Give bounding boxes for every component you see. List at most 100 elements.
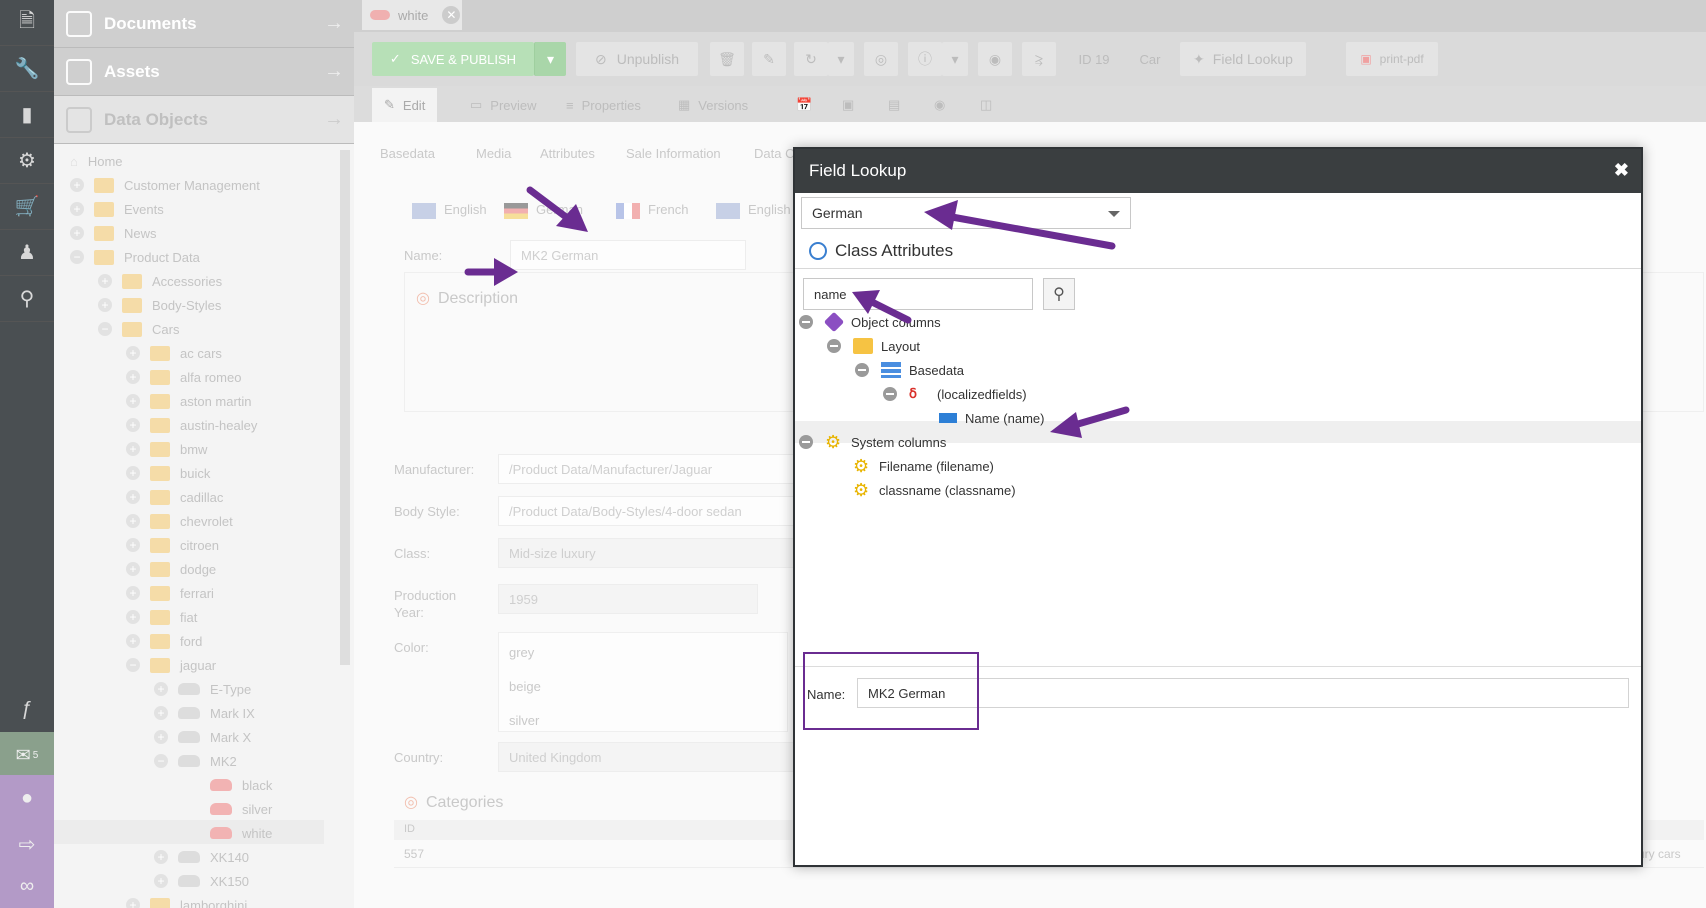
tree-node[interactable]: + buick (126, 461, 210, 485)
tree-node[interactable]: + ac cars (126, 341, 222, 365)
accordion-data-objects[interactable]: Data Objects → (54, 96, 354, 144)
tree-node[interactable]: + dodge (126, 557, 216, 581)
tree-node[interactable]: + Mark X (154, 725, 251, 749)
name-field[interactable]: MK2 German (510, 240, 746, 270)
manufacturer-field[interactable]: /Product Data/Manufacturer/Jaguar (498, 454, 798, 484)
tree-node[interactable]: + citroen (126, 533, 219, 557)
accordion-documents[interactable]: Documents → (54, 0, 354, 48)
tree-node-basedata[interactable]: Basedata (855, 359, 964, 381)
tree-node[interactable]: + aston martin (126, 389, 252, 413)
reload-button[interactable]: ↻ (794, 42, 828, 76)
symfony-icon[interactable]: ƒ (0, 686, 54, 732)
tree-node[interactable]: − Product Data (70, 245, 200, 269)
wrench-icon[interactable]: 🔧 (0, 46, 54, 92)
color-option[interactable]: silver (509, 713, 539, 728)
tree-node[interactable]: silver (210, 797, 272, 821)
color-option[interactable]: grey (509, 645, 534, 660)
tab-basedata[interactable]: Basedata (380, 146, 435, 161)
color-multiselect[interactable]: grey beige silver (498, 632, 788, 732)
color-option[interactable]: beige (509, 679, 541, 694)
tree-node-system-columns[interactable]: ⚙ System columns (799, 431, 946, 453)
tree-node[interactable]: + Customer Management (70, 173, 260, 197)
production-year-field[interactable]: 1959 (498, 584, 758, 614)
tree-node[interactable]: + XK140 (154, 845, 249, 869)
tree-node-home[interactable]: ⌂ Home (70, 149, 123, 173)
tree-node[interactable]: + ford (126, 629, 202, 653)
body-style-field[interactable]: /Product Data/Body-Styles/4-door sedan (498, 496, 798, 526)
country-select[interactable]: United Kingdom (498, 742, 798, 772)
tree-node-name[interactable]: Name (name) (939, 407, 1044, 429)
delete-button[interactable]: 🗑 (710, 42, 744, 76)
tree-scrollbar[interactable] (340, 150, 350, 665)
rename-button[interactable]: ✎ (752, 42, 786, 76)
tree-node[interactable]: black (210, 773, 272, 797)
tab-schedule[interactable]: 📅 (784, 88, 824, 122)
tree-node[interactable]: + ferrari (126, 581, 214, 605)
gear-icon[interactable]: ⚙ (0, 138, 54, 184)
close-icon[interactable]: ✖ (1614, 160, 1629, 181)
tab-workflow[interactable]: ◫ (968, 88, 1004, 122)
lang-tab-german[interactable]: German (504, 202, 583, 219)
tree-node[interactable]: + XK150 (154, 869, 249, 893)
tree-node[interactable]: + fiat (126, 605, 197, 629)
share-button[interactable]: ⥸ (1022, 42, 1056, 76)
tab-versions[interactable]: ▦ Versions (666, 88, 760, 122)
avatar-icon[interactable]: ● (0, 775, 54, 821)
tab-white[interactable]: white ✕ (362, 0, 462, 30)
language-select[interactable]: German (801, 197, 1131, 229)
tree-node[interactable]: − MK2 (154, 749, 237, 773)
lang-tab-english-2[interactable]: English (716, 202, 791, 219)
info-button[interactable]: ⓘ (908, 42, 942, 76)
search-input[interactable]: name (803, 278, 1033, 310)
tab-sale-information[interactable]: Sale Information (626, 146, 721, 161)
tree-node[interactable]: + News (70, 221, 157, 245)
tree-node[interactable]: + cadillac (126, 485, 223, 509)
document-icon[interactable]: 🗎 (0, 0, 54, 46)
tab-data[interactable]: Data C (754, 146, 794, 161)
lang-tab-french[interactable]: French (616, 202, 688, 219)
tree-node[interactable]: + Mark IX (154, 701, 255, 725)
lang-tab-english[interactable]: English (412, 202, 487, 219)
tree-node[interactable]: − Cars (98, 317, 179, 341)
chart-icon[interactable]: ▮ (0, 92, 54, 138)
save-publish-button[interactable]: ✓ SAVE & PUBLISH (372, 42, 534, 76)
tree-node[interactable]: + lamborghini (126, 893, 247, 908)
info-options-dropdown[interactable]: ▾ (942, 42, 968, 76)
tree-node[interactable]: + Accessories (98, 269, 222, 293)
users-icon[interactable]: ♟ (0, 230, 54, 276)
close-tab-icon[interactable]: ✕ (442, 6, 461, 24)
unpublish-button[interactable]: ⊘ Unpublish (576, 42, 698, 76)
logout-icon[interactable]: ⇨ (0, 821, 54, 867)
tree-node[interactable]: + austin-healey (126, 413, 257, 437)
tab-notes[interactable]: ▤ (876, 88, 912, 122)
tree-node[interactable]: + bmw (126, 437, 207, 461)
cart-icon[interactable]: 🛒 (0, 184, 54, 230)
tab-tags[interactable]: ◉ (922, 88, 957, 122)
accordion-assets[interactable]: Assets → (54, 48, 354, 96)
tab-media[interactable]: Media (476, 146, 511, 161)
tree-node-filename[interactable]: ⚙ Filename (filename) (853, 455, 994, 477)
tree-node[interactable]: + Body-Styles (98, 293, 221, 317)
tree-node-object-columns[interactable]: Object columns (799, 311, 941, 333)
search-button[interactable]: ⚲ (1043, 278, 1075, 310)
tab-preview[interactable]: ▭ Preview (458, 88, 549, 122)
tree-node[interactable]: + alfa romeo (126, 365, 241, 389)
tree-node[interactable]: + Events (70, 197, 164, 221)
tab-dependencies[interactable]: ▣ (830, 88, 866, 122)
tab-edit[interactable]: ✎ Edit (372, 88, 438, 122)
tree-node-layout[interactable]: Layout (827, 335, 920, 357)
reload-options-dropdown[interactable]: ▾ (828, 42, 854, 76)
field-lookup-button[interactable]: ✦ Field Lookup (1180, 42, 1306, 76)
save-options-dropdown[interactable]: ▾ (534, 42, 566, 76)
notifications-button[interactable]: ✉ 5 (0, 732, 54, 778)
tree-node[interactable]: + chevrolet (126, 509, 233, 533)
tab-properties[interactable]: ≡ Properties (554, 88, 653, 122)
tree-node-localizedfields[interactable]: ẟ (localizedfields) (883, 383, 1027, 405)
tree-node[interactable]: − jaguar (126, 653, 216, 677)
locate-in-tree-button[interactable]: ◎ (864, 42, 898, 76)
class-select[interactable]: Mid-size luxury (498, 538, 798, 568)
search-icon[interactable]: ⚲ (0, 276, 54, 322)
tree-node-classname[interactable]: ⚙ classname (classname) (853, 479, 1016, 501)
print-pdf-button[interactable]: ▣ print-pdf (1346, 42, 1438, 76)
tree-node[interactable]: + E-Type (154, 677, 251, 701)
